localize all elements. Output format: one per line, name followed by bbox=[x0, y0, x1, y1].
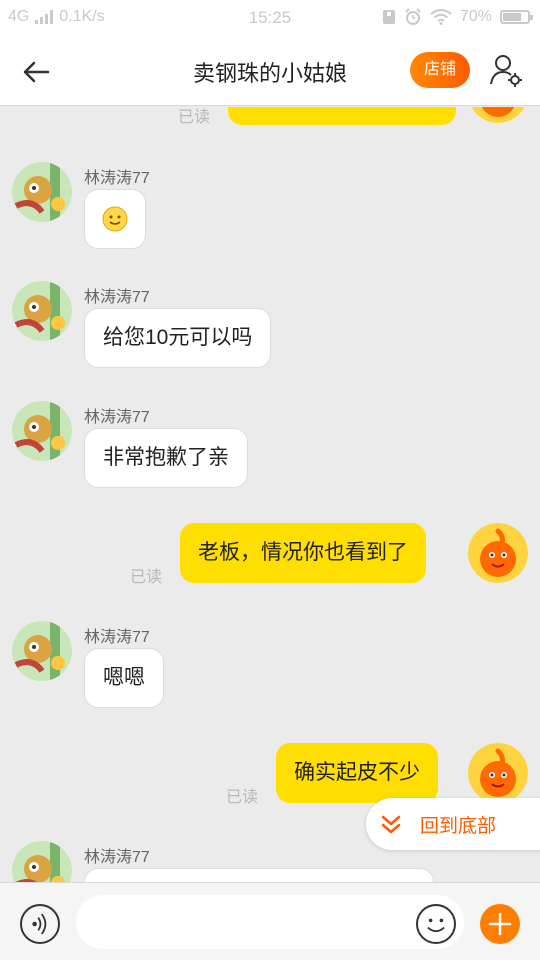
read-receipt: 已读 bbox=[226, 789, 259, 806]
battery-fill bbox=[503, 13, 522, 21]
status-right: 70% bbox=[382, 8, 533, 26]
message-bubble-incoming[interactable]: 嗯嗯 bbox=[84, 648, 164, 708]
sender-name: 林涛涛77 bbox=[84, 849, 150, 866]
message-bubble-incoming[interactable] bbox=[84, 868, 434, 882]
shop-button[interactable]: 店铺 bbox=[410, 52, 470, 88]
plus-icon[interactable] bbox=[480, 904, 520, 944]
double-chevron-down-icon bbox=[381, 815, 401, 834]
user-settings-icon[interactable] bbox=[488, 52, 524, 88]
contact-avatar[interactable] bbox=[12, 281, 72, 341]
sender-name: 林涛涛77 bbox=[84, 629, 150, 646]
message-bubble-outgoing[interactable] bbox=[228, 107, 456, 125]
back-to-bottom-label: 回到底部 bbox=[420, 815, 497, 837]
input-bar bbox=[0, 882, 540, 960]
read-receipt: 已读 bbox=[130, 569, 163, 586]
back-to-bottom-button[interactable]: 回到底部 bbox=[366, 798, 540, 850]
smile-emoji-icon bbox=[102, 206, 128, 232]
message-input[interactable] bbox=[76, 895, 464, 949]
chat-header: 卖钢珠的小姑娘 店铺 bbox=[0, 36, 540, 106]
read-receipt: 已读 bbox=[178, 109, 211, 126]
my-avatar bbox=[468, 743, 528, 803]
message-bubble-outgoing[interactable]: 确实起皮不少 bbox=[276, 743, 438, 803]
sender-name: 林涛涛77 bbox=[84, 409, 150, 426]
battery-percent: 70% bbox=[459, 8, 492, 25]
voice-icon[interactable] bbox=[20, 904, 60, 944]
wifi-icon bbox=[430, 9, 452, 25]
message-bubble-outgoing[interactable]: 老板，情况你也看到了 bbox=[180, 523, 426, 583]
contact-avatar[interactable] bbox=[12, 621, 72, 681]
my-avatar bbox=[468, 107, 528, 123]
alarm-icon bbox=[405, 8, 421, 25]
my-avatar bbox=[468, 523, 528, 583]
message-bubble-incoming[interactable]: 给您10元可以吗 bbox=[84, 308, 272, 368]
sender-name: 林涛涛77 bbox=[84, 170, 150, 187]
contact-avatar[interactable] bbox=[12, 841, 72, 882]
message-bubble-incoming[interactable]: 非常抱歉了亲 bbox=[84, 428, 248, 488]
message-bubble-incoming[interactable] bbox=[84, 189, 146, 249]
contact-avatar[interactable] bbox=[12, 401, 72, 461]
sim-icon bbox=[382, 10, 395, 24]
contact-avatar[interactable] bbox=[12, 162, 72, 222]
chat-message-list[interactable]: 已读 林涛涛77 林涛涛77 给您10元可以吗 林涛涛77 非常抱歉了亲 已读 … bbox=[0, 107, 540, 882]
battery-icon bbox=[500, 10, 533, 24]
status-bar: 4G 0.1K/s 15:25 70% bbox=[0, 0, 540, 36]
emoji-icon[interactable] bbox=[416, 904, 456, 944]
sender-name: 林涛涛77 bbox=[84, 289, 150, 306]
